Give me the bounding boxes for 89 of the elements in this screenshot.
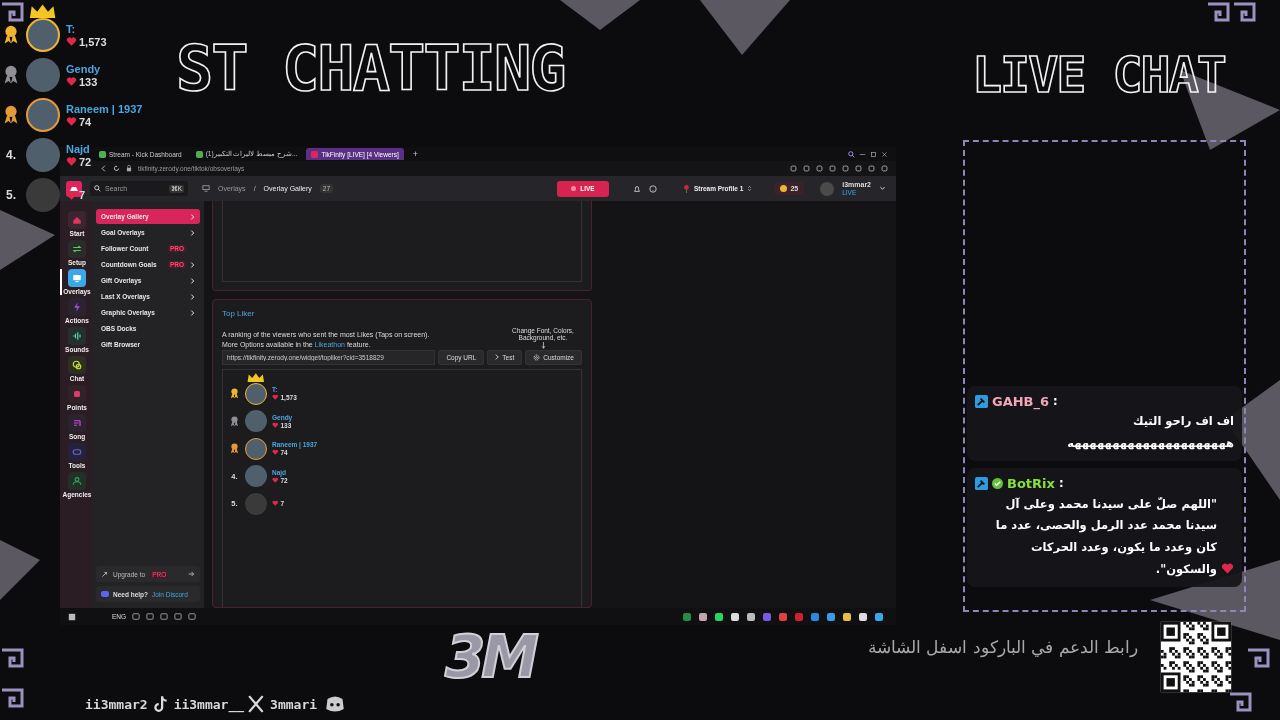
like-count: 72	[79, 155, 92, 168]
rank-number: 5.	[6, 188, 16, 202]
name-separator: :	[1058, 475, 1064, 493]
heart-icon	[272, 476, 279, 484]
moderator-icon	[975, 477, 988, 491]
sort-icon	[747, 185, 753, 192]
social-handle: ii3mmar2	[85, 696, 148, 712]
viewer-name: T:	[66, 22, 77, 35]
support-text: رابط الدعم في الباركود اسفل الشاشة	[867, 637, 1138, 657]
rocket-icon	[101, 570, 108, 578]
bolt-icon	[71, 301, 83, 313]
chat-text: "اللهم صلّ على سيدنا محمد وعلى آل سيدنا محمد عدد الرمل والحصى، عدد ما كان وعدد ما يكون، وعدد الحركات والسكون".	[994, 495, 1217, 579]
chat-username: GAHB_6	[992, 392, 1050, 412]
border-pattern	[1248, 648, 1270, 668]
heart-icon	[66, 76, 77, 87]
rank-number: 4.	[6, 148, 16, 162]
waveform-icon	[71, 330, 83, 342]
widget-title: Top Liker	[222, 309, 256, 318]
border-pattern	[1208, 2, 1230, 22]
search-icon[interactable]	[848, 150, 855, 158]
taskbar-app-icon[interactable]	[842, 611, 852, 622]
moderator-icon	[975, 395, 988, 409]
down-arrow-icon	[540, 341, 546, 349]
heart-icon	[272, 421, 279, 429]
border-pattern	[2, 2, 24, 22]
search-icon	[94, 185, 101, 192]
new-tab-button[interactable]: +	[407, 148, 423, 160]
heart-icon	[272, 394, 279, 401]
heart-icon	[272, 500, 279, 507]
border-pattern	[1230, 692, 1252, 712]
like-count: 7	[79, 189, 86, 201]
gamepad-icon	[71, 446, 83, 458]
heart-icon	[66, 189, 77, 201]
bell-icon[interactable]	[632, 184, 641, 193]
chevron-down-icon[interactable]	[879, 185, 886, 192]
taskbar-app-icon[interactable]	[858, 611, 868, 622]
taskbar-app-icon[interactable]	[874, 611, 884, 622]
close-icon[interactable]	[881, 150, 888, 158]
chat-username: BotRix	[1007, 475, 1055, 494]
tab-favicon-icon	[311, 150, 319, 158]
arrow-right-icon	[188, 571, 195, 577]
home-icon	[71, 214, 83, 226]
user-avatar	[820, 181, 835, 196]
border-pattern	[2, 648, 24, 668]
heart-icon	[66, 36, 77, 47]
help-icon[interactable]	[648, 184, 657, 193]
chevron-right-icon	[495, 354, 500, 361]
maximize-icon[interactable]	[870, 150, 877, 158]
tab-favicon-icon	[195, 150, 203, 158]
viewer-name: Raneem | 1937	[66, 102, 143, 115]
name-separator: :	[1053, 393, 1058, 411]
taskbar-app-icon[interactable]	[698, 611, 708, 622]
chat-bubble-icon	[71, 359, 83, 371]
rose-icon	[682, 184, 690, 193]
taskbar-app-icon[interactable]	[746, 611, 756, 622]
like-count: 74	[79, 115, 92, 128]
like-count: 1,573	[79, 35, 107, 48]
back-icon[interactable]	[100, 165, 107, 172]
live-dot-icon	[571, 186, 577, 191]
heart-icon	[272, 449, 279, 456]
border-pattern	[1234, 2, 1256, 22]
overlay-title: ST CHATTING	[176, 38, 565, 100]
taskbar-app-icon[interactable]	[714, 611, 724, 622]
overlay-title: LIVE CHAT	[972, 50, 1225, 100]
coin-icon	[780, 185, 788, 192]
tiktok-icon	[151, 694, 170, 714]
arrows-icon	[71, 243, 83, 255]
border-pattern	[2, 688, 24, 708]
tab-favicon-icon	[99, 150, 106, 158]
notification-icon[interactable]	[68, 612, 76, 621]
lock-icon	[126, 165, 132, 172]
discord-icon	[101, 591, 109, 597]
viewer-name: Najd	[66, 142, 91, 155]
music-icon	[71, 417, 83, 429]
heart-icon	[66, 116, 77, 127]
people-icon	[71, 475, 83, 487]
chat-text: اف اف راحو التيك هههههههههههههههههههههه	[1066, 413, 1234, 453]
like-count: 133	[79, 75, 98, 88]
reload-icon[interactable]	[113, 165, 120, 172]
paper-shard	[0, 210, 55, 270]
social-handle: ii3mmar__	[173, 696, 245, 712]
social-handle: 3mmari	[270, 696, 318, 712]
gear-icon	[533, 353, 541, 361]
viewer-name: Gendy	[66, 62, 101, 75]
heart-icon	[66, 156, 77, 167]
taskbar-app-icon[interactable]	[826, 611, 836, 622]
channel-logo: 3M	[445, 623, 536, 691]
taskbar-app-icon[interactable]	[730, 611, 740, 622]
paper-shard	[0, 540, 40, 600]
